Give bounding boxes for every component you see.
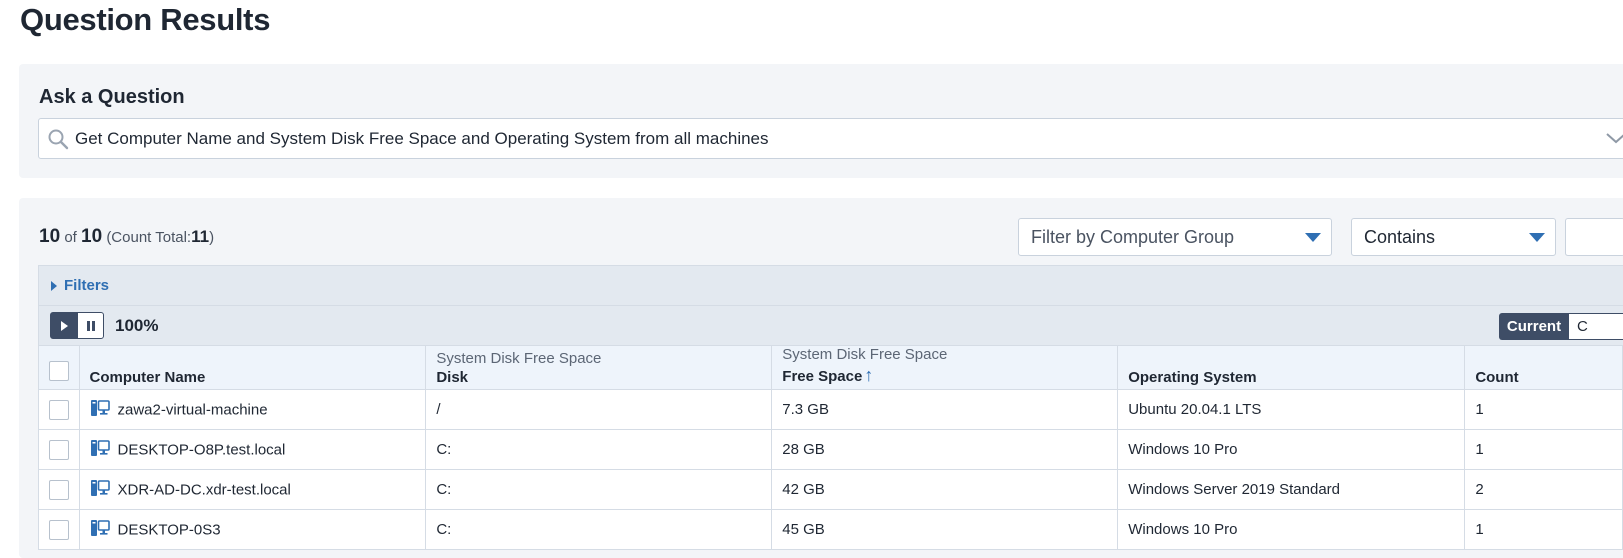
table-row[interactable]: DESKTOP-0S3 C: 45 GB Windows 10 Pro 1 — [38, 509, 1623, 550]
cell-operating-system: Windows 10 Pro — [1117, 509, 1466, 550]
column-header-operating-system[interactable]: Operating System — [1117, 345, 1466, 390]
row-checkbox[interactable] — [48, 479, 69, 500]
match-type-dropdown[interactable]: Contains — [1351, 218, 1556, 256]
row-checkbox[interactable] — [48, 519, 69, 540]
filters-label: Filters — [64, 277, 110, 294]
cell-disk: / — [425, 389, 773, 430]
cell-count: 2 — [1464, 469, 1623, 510]
row-checkbox-cell — [38, 429, 80, 470]
row-checkbox[interactable] — [48, 399, 69, 420]
column-header-computer-name[interactable]: Computer Name — [78, 345, 427, 390]
cell-operating-system: Windows Server 2019 Standard — [1117, 469, 1466, 510]
cell-disk: C: — [425, 429, 773, 470]
filters-toggle[interactable]: Filters — [38, 265, 1623, 305]
results-toolbar: 100% Current C — [38, 305, 1623, 345]
cell-count: 1 — [1464, 389, 1623, 430]
cell-operating-system: Windows 10 Pro — [1117, 429, 1466, 470]
cell-count: 1 — [1464, 429, 1623, 470]
total-shown-count: 10 — [81, 226, 103, 247]
filter-value-input[interactable] — [1565, 218, 1623, 256]
cell-disk: C: — [425, 509, 773, 550]
chevron-down-icon[interactable] — [1605, 130, 1623, 151]
page-title: Question Results — [20, 2, 271, 37]
question-text: Get Computer Name and System Disk Free S… — [75, 129, 769, 148]
row-checkbox-cell — [38, 469, 80, 510]
count-total-close: ) — [209, 229, 215, 246]
computer-icon — [90, 398, 110, 422]
results-table: Computer Name System Disk Free Space Disk… — [38, 345, 1623, 550]
table-row[interactable]: zawa2-virtual-machine/7.3 GB Ubuntu 20.04… — [38, 389, 1623, 430]
cell-computer-name: zawa2-virtual-machine — [78, 389, 427, 430]
table-row[interactable]: DESKTOP-O8P.test.local C: 28 GB Windows 10 … — [38, 429, 1623, 470]
play-button[interactable] — [50, 312, 77, 339]
cell-disk: C: — [425, 469, 773, 510]
cell-computer-name: DESKTOP-0S3 — [78, 509, 427, 550]
row-checkbox-cell — [38, 509, 80, 550]
column-header-disk[interactable]: System Disk Free Space Disk — [425, 345, 773, 390]
progress-percent: 100% — [115, 316, 159, 335]
select-all-checkbox[interactable] — [48, 361, 69, 381]
caret-down-icon — [1305, 233, 1321, 242]
cell-computer-name: DESKTOP-O8P.test.local — [78, 429, 427, 470]
computer-icon — [90, 478, 110, 502]
cell-free-space: 45 GB — [771, 509, 1119, 550]
column-header-count[interactable]: Count — [1464, 345, 1623, 390]
of-label: of — [64, 229, 77, 246]
result-count: 10 of 10 (Count Total:11) — [39, 226, 214, 248]
row-checkbox-cell — [38, 389, 80, 430]
computer-icon — [90, 438, 110, 462]
shown-count: 10 — [39, 226, 61, 247]
caret-down-icon — [1529, 233, 1545, 242]
computer-group-filter-dropdown[interactable]: Filter by Computer Group — [1018, 218, 1332, 256]
ask-question-panel: Ask a Question Get Computer Name and Sys… — [19, 64, 1623, 178]
cell-count: 1 — [1464, 509, 1623, 550]
cell-computer-name: XDR-AD-DC.xdr-test.local — [78, 469, 427, 510]
row-checkbox[interactable] — [48, 439, 69, 460]
cell-free-space: 42 GB — [771, 469, 1119, 510]
ask-question-title: Ask a Question — [39, 86, 185, 108]
cell-free-space: 7.3 GB — [771, 389, 1119, 430]
column-header-free-space[interactable]: System Disk Free Space Free Space ↑ — [771, 345, 1119, 390]
question-input[interactable]: Get Computer Name and System Disk Free S… — [38, 118, 1623, 159]
cell-operating-system: Ubuntu 20.04.1 LTS — [1117, 389, 1466, 430]
count-total-label: (Count Total: — [106, 229, 192, 246]
caret-right-icon — [51, 281, 57, 291]
sort-asc-icon: ↑ — [864, 365, 874, 385]
count-total-value: 11 — [191, 227, 210, 246]
table-header-row: Computer Name System Disk Free Space Disk… — [38, 345, 1623, 390]
table-row[interactable]: XDR-AD-DC.xdr-test.local C: 42 GB Windows S… — [38, 469, 1623, 510]
current-toggle-button[interactable]: Current — [1499, 313, 1569, 340]
computer-icon — [90, 518, 110, 542]
search-icon — [47, 128, 69, 155]
match-type-label: Contains — [1364, 227, 1436, 247]
pause-button[interactable] — [77, 312, 104, 339]
select-all-checkbox-cell — [38, 345, 80, 390]
cell-free-space: 28 GB — [771, 429, 1119, 470]
cumulative-toggle-button[interactable]: C — [1569, 313, 1623, 340]
computer-group-filter-label: Filter by Computer Group — [1031, 227, 1235, 247]
